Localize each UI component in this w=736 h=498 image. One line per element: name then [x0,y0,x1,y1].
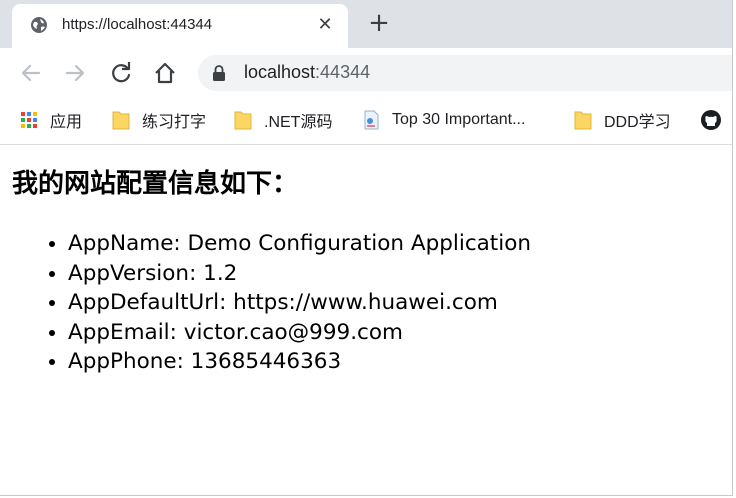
folder-icon [234,111,252,130]
bookmark-label: DDD学习 [604,114,671,131]
apps-grid-icon [21,112,37,128]
bookmark-label: .NET源码 [264,114,333,131]
bookmark-dotnet-source[interactable]: .NET源码 [234,108,332,132]
url-port: :44344 [315,62,371,82]
page-heading: 我的网站配置信息如下： [12,169,299,199]
page-icon [364,110,379,130]
config-app-default-url: AppDefaultUrl: https://www.huawei.com [68,288,531,318]
url-text[interactable]: localhost:44344 [244,62,370,83]
bookmarks-bar: 应用 练习打字 .NET源码 Top 30 Important... DDD学习 [0,98,732,145]
reload-icon[interactable] [108,60,134,86]
github-icon [701,110,721,130]
bookmark-top-30[interactable]: Top 30 Important... [362,108,525,132]
browser-window: https://localhost:44344 ✕ + localhost:44… [0,0,733,496]
globe-icon [31,17,47,33]
close-tab-icon[interactable]: ✕ [314,14,336,36]
bookmark-apps[interactable]: 应用 [20,108,82,132]
toolbar: localhost:44344 [0,48,732,98]
config-app-version: AppVersion: 1.2 [68,259,531,289]
address-bar[interactable]: localhost:44344 [198,55,732,91]
bookmark-label: 应用 [50,114,83,131]
config-app-email: AppEmail: victor.cao@999.com [68,318,531,348]
bookmark-ddd-learning[interactable]: DDD学习 [574,108,671,132]
bookmark-github[interactable] [700,108,732,132]
forward-arrow-icon[interactable] [62,60,88,86]
home-icon[interactable] [152,60,178,86]
bookmark-label: 练习打字 [142,114,207,131]
back-arrow-icon[interactable] [18,60,44,86]
bookmark-label: Top 30 Important... [392,111,526,128]
folder-icon [112,111,130,130]
config-app-phone: AppPhone: 13685446363 [68,347,531,377]
new-tab-button[interactable]: + [366,10,392,36]
bookmark-typing-practice[interactable]: 练习打字 [112,108,206,132]
tab-active[interactable]: https://localhost:44344 ✕ [12,4,348,48]
url-host: localhost [244,62,316,82]
lock-icon[interactable] [212,65,226,81]
config-app-name: AppName: Demo Configuration Application [68,229,531,259]
tab-strip: https://localhost:44344 ✕ + [0,0,732,48]
config-list: AppName: Demo Configuration Application … [28,229,531,377]
folder-icon [574,111,592,130]
tab-title: https://localhost:44344 [62,16,213,33]
